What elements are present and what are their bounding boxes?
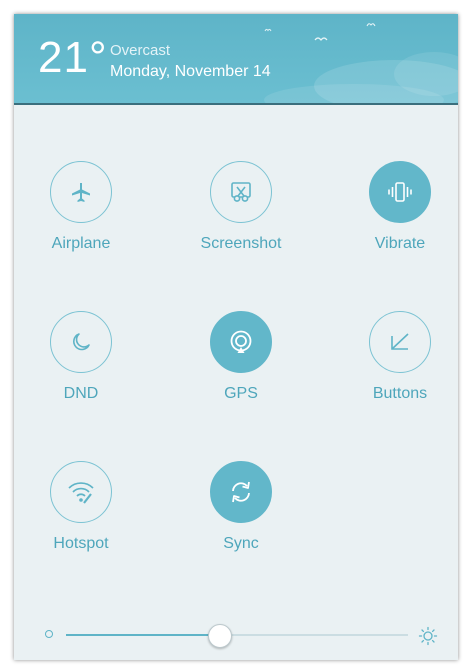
toggle-buttons-circle[interactable] [369,311,431,373]
hotspot-icon [68,482,94,504]
toggle-screenshot-circle[interactable] [210,161,272,223]
brightness-track[interactable] [66,634,408,636]
sync-icon [232,481,250,503]
toggle-buttons[interactable]: Buttons [335,311,458,421]
brightness-low-icon [45,630,53,638]
buttons-icon [391,333,409,350]
toggle-hotspot[interactable]: Hotspot [16,461,146,571]
bird-icon [264,28,272,32]
toggle-label: Vibrate [374,235,426,252]
weather-condition: Overcast [110,42,171,59]
date-label: Monday, November 14 [110,63,271,80]
weather-header: 21° Overcast Monday, November 14 [14,14,458,105]
quick-settings-panel: 21° Overcast Monday, November 14 Airplan… [14,14,458,660]
brightness-thumb[interactable] [208,624,232,648]
toggle-hotspot-circle[interactable] [50,461,112,523]
brightness-slider[interactable] [14,618,458,652]
toggle-vibrate-circle[interactable] [369,161,431,223]
bird-icon [314,37,328,41]
bird-icon [366,23,376,27]
toggle-label: Hotspot [53,535,109,552]
toggle-label: GPS [224,385,258,402]
toggle-sync-circle[interactable] [210,461,272,523]
toggle-label: Airplane [51,235,111,252]
toggle-vibrate[interactable]: Vibrate [335,161,458,271]
toggle-label: Screenshot [200,235,282,252]
toggle-label: Sync [223,535,259,552]
toggle-dnd[interactable]: DND [16,311,146,421]
toggle-label: DND [63,385,99,402]
scissors-icon [231,182,251,202]
toggle-gps-circle[interactable] [210,311,272,373]
toggle-sync[interactable]: Sync [176,461,306,571]
temperature: 21° [38,33,108,82]
sun-icon [418,626,438,646]
toggle-screenshot[interactable]: Screenshot [176,161,306,271]
toggle-airplane[interactable]: Airplane [16,161,146,271]
toggle-dnd-circle[interactable] [50,311,112,373]
vibrate-icon [388,182,412,202]
airplane-icon [72,183,90,202]
brightness-track-fill [66,634,220,636]
toggle-gps[interactable]: GPS [176,311,306,421]
toggle-airplane-circle[interactable] [50,161,112,223]
moon-icon [73,333,90,351]
gps-icon [230,330,252,353]
toggle-label: Buttons [372,385,428,402]
